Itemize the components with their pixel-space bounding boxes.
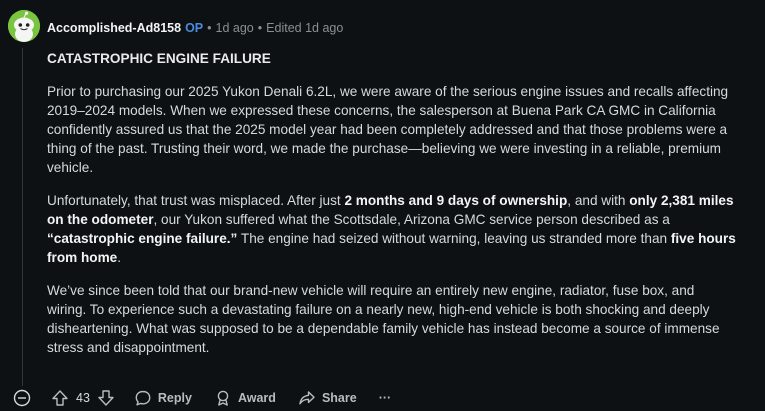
upvote-button[interactable] — [50, 388, 70, 408]
snoo-avatar-icon — [8, 10, 40, 42]
meta-separator: • — [257, 21, 263, 35]
award-label: Award — [237, 391, 276, 405]
award-button[interactable]: Award — [214, 389, 276, 407]
collapse-icon — [13, 389, 31, 407]
downvote-icon — [98, 390, 114, 406]
avatar[interactable] — [8, 10, 40, 42]
meta-separator: • — [207, 21, 212, 35]
bold-text: 2 months and 9 days of ownership — [344, 193, 568, 208]
more-icon: ··· — [378, 391, 392, 405]
text-run: , our Yukon suffered what the Scottsdale… — [153, 212, 670, 227]
action-bar: 43 Reply Award Share ··· — [12, 387, 391, 409]
downvote-button[interactable] — [96, 388, 116, 408]
share-icon — [299, 391, 315, 405]
thread-line[interactable] — [22, 48, 23, 386]
paragraph-3: We’ve since been told that our brand-new… — [47, 283, 720, 355]
text-run: , and with — [567, 193, 630, 208]
reply-icon — [135, 390, 151, 406]
award-icon — [217, 390, 229, 406]
reply-label: Reply — [157, 391, 192, 405]
comment-body: CATASTROPHIC ENGINE FAILURE Prior to pur… — [47, 49, 737, 371]
share-label: Share — [321, 391, 357, 405]
more-options-button[interactable]: ··· — [379, 391, 392, 405]
op-badge: OP — [185, 21, 204, 35]
text-run: Unfortunately, that trust was misplaced.… — [47, 193, 345, 208]
paragraph-1: Prior to purchasing our 2025 Yukon Denal… — [47, 84, 729, 175]
comment-header: Accomplished-Ad8158 OP • 1d ago • Edited… — [47, 18, 343, 38]
edited-label: Edited 1d ago — [266, 21, 344, 35]
bold-text: “catastrophic engine failure.” — [47, 231, 238, 246]
text-run: The engine had seized without warning, l… — [237, 231, 671, 246]
username[interactable]: Accomplished-Ad8158 — [47, 21, 181, 35]
vote-count: 43 — [76, 391, 90, 405]
comment-age[interactable]: 1d ago — [216, 21, 254, 35]
reply-button[interactable]: Reply — [134, 389, 192, 407]
paragraph-2: Unfortunately, that trust was misplaced.… — [47, 191, 737, 267]
comment-heading: CATASTROPHIC ENGINE FAILURE — [47, 51, 271, 66]
upvote-icon — [52, 390, 68, 406]
share-button[interactable]: Share — [298, 389, 357, 407]
text-run: . — [117, 250, 122, 265]
collapse-button[interactable] — [12, 388, 32, 408]
